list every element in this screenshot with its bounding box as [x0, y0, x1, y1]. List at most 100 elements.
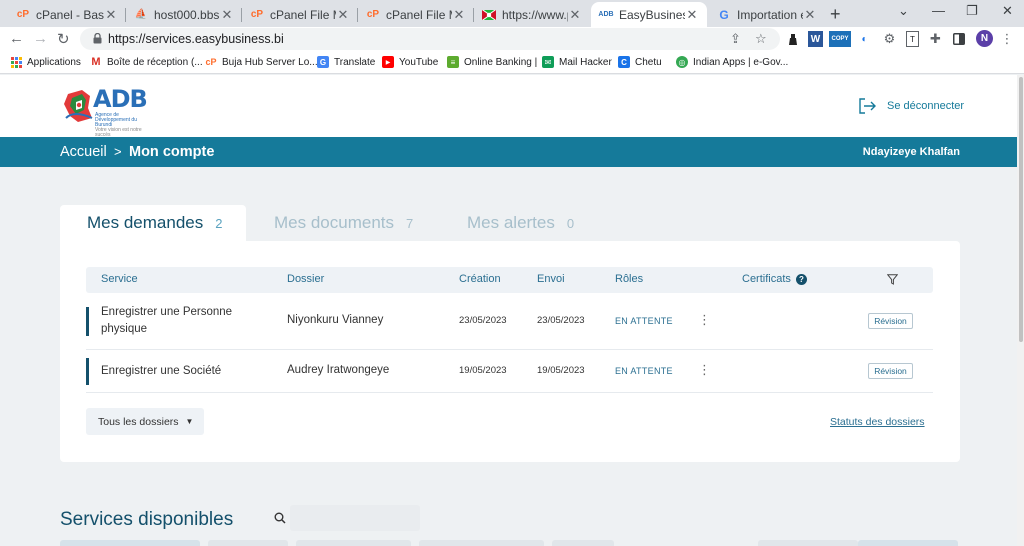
close-icon[interactable]: ✕: [220, 7, 234, 23]
service-filter-tab[interactable]: [208, 540, 288, 546]
forward-arrow-icon[interactable]: →: [33, 30, 48, 47]
close-icon[interactable]: ✕: [452, 7, 466, 23]
filter-icon[interactable]: [886, 274, 899, 288]
adb-logo[interactable]: ADB Agence de Développement du Burundi V…: [62, 84, 158, 138]
row-service: Enregistrer une Société: [101, 365, 222, 377]
services-title: Services disponibles: [60, 509, 234, 530]
extensions-puzzle-icon[interactable]: ✚: [929, 31, 942, 47]
egov-icon: ◎: [676, 56, 688, 68]
youtube-icon: ▶: [382, 56, 394, 68]
profile-avatar[interactable]: N: [976, 30, 993, 47]
bookmark-applications[interactable]: Applications: [10, 56, 81, 68]
scrollbar-thumb[interactable]: [1019, 77, 1023, 342]
extension-ink-icon[interactable]: [786, 31, 800, 47]
row-envoi-date: 19/05/2023: [537, 365, 585, 376]
help-icon[interactable]: ?: [795, 274, 807, 285]
bookmark-translate[interactable]: G Translate: [317, 56, 375, 68]
logout-button[interactable]: Se déconnecter: [858, 98, 964, 114]
breadcrumb-home-link[interactable]: Accueil: [60, 144, 107, 160]
browser-tab[interactable]: https://www.pres ✕: [474, 2, 590, 27]
revision-button[interactable]: Révision: [868, 363, 913, 379]
search-icon[interactable]: [274, 512, 286, 524]
row-dossier: Niyonkuru Vianney: [287, 314, 384, 326]
tab-mes-documents[interactable]: Mes documents 7: [274, 205, 413, 241]
bookmark-mail-hacker[interactable]: ✉ Mail Hacker: [542, 56, 612, 68]
bookmarks-bar: Applications M Boîte de réception (... c…: [0, 52, 1024, 74]
browser-tab[interactable]: ⛵ host000.bbs.bi / ✕: [126, 2, 242, 27]
url-text: https://services.easybusiness.bi: [108, 32, 284, 46]
minimize-icon[interactable]: —: [932, 3, 945, 18]
column-envoi: Envoi: [537, 273, 565, 285]
browser-tab-strip: cP cPanel - Bases de ✕ ⛵ host000.bbs.bi …: [0, 0, 1024, 27]
site-header: ADB Agence de Développement du Burundi V…: [0, 75, 1024, 138]
row-actions-kebab-icon[interactable]: ⋮: [698, 312, 711, 328]
word-extension-icon[interactable]: W: [808, 31, 823, 47]
tab-label: Mes documents: [274, 213, 394, 232]
all-dossiers-dropdown[interactable]: Tous les dossiers ▼: [86, 408, 204, 435]
copy-extension-icon[interactable]: COPY: [829, 31, 851, 47]
services-search-input[interactable]: [290, 505, 420, 531]
address-bar[interactable]: https://services.easybusiness.bi ⇪ ☆: [80, 28, 780, 50]
service-filter-tab[interactable]: [552, 540, 614, 546]
close-icon[interactable]: ✕: [568, 7, 582, 23]
new-tab-plus-icon[interactable]: +: [830, 4, 841, 25]
service-filter-tab[interactable]: [419, 540, 544, 546]
bank-icon: ≡: [447, 56, 459, 68]
text-extension-icon[interactable]: T: [906, 31, 919, 47]
row-accent-bar: [86, 307, 89, 336]
side-panel-icon[interactable]: [952, 31, 965, 47]
service-filter-tab[interactable]: [758, 540, 858, 546]
back-arrow-icon[interactable]: ←: [9, 30, 24, 47]
gear-extension-icon[interactable]: ⚙: [883, 31, 896, 47]
tab-search-chevron-icon[interactable]: ⌄: [898, 3, 909, 19]
tab-mes-demandes[interactable]: Mes demandes 2: [60, 205, 246, 241]
close-icon[interactable]: ✕: [803, 7, 817, 23]
user-name[interactable]: Ndayizeye Khalfan: [863, 146, 960, 158]
service-filter-tab[interactable]: [60, 540, 200, 546]
statuts-link[interactable]: Statuts des dossiers: [830, 416, 925, 428]
chevron-down-icon: ▼: [185, 417, 194, 426]
bookmark-online-banking[interactable]: ≡ Online Banking |: [447, 56, 537, 68]
reload-icon[interactable]: ↻: [57, 30, 70, 48]
bookmark-indian-apps[interactable]: ◎ Indian Apps | e-Gov...: [676, 56, 788, 68]
close-icon[interactable]: ✕: [336, 7, 350, 23]
bookmark-chetu[interactable]: C Chetu: [618, 56, 662, 68]
browser-tab[interactable]: cP cPanel - Bases de ✕: [8, 2, 126, 27]
status-badge: EN ATTENTE: [615, 316, 673, 326]
row-envoi-date: 23/05/2023: [537, 315, 585, 326]
table-row[interactable]: Enregistrer une Personne physique Niyonk…: [86, 293, 933, 350]
breadcrumb-current: Mon compte: [129, 144, 215, 160]
tab-mes-alertes[interactable]: Mes alertes 0: [467, 205, 574, 241]
browser-tab[interactable]: cP cPanel File Manag ✕: [242, 2, 358, 27]
tab-label: Mes alertes: [467, 213, 555, 232]
browser-tab-active[interactable]: ADB EasyBusiness.bi ✕: [591, 2, 707, 27]
row-accent-bar: [86, 358, 89, 385]
cpanel-icon: cP: [16, 9, 30, 20]
lock-icon: [93, 33, 102, 44]
share-icon[interactable]: ⇪: [730, 31, 741, 47]
logout-icon: [859, 98, 876, 114]
browser-tab[interactable]: G Importation et D ✕: [709, 2, 825, 27]
bookmark-youtube[interactable]: ▶ YouTube: [382, 56, 438, 68]
menu-kebab-icon[interactable]: ⋮: [1001, 31, 1014, 47]
close-icon[interactable]: ✕: [104, 7, 118, 23]
bookmark-star-icon[interactable]: ☆: [755, 31, 767, 47]
close-window-icon[interactable]: ✕: [1002, 3, 1013, 19]
bookmark-gmail[interactable]: M Boîte de réception (...: [90, 56, 202, 68]
restore-icon[interactable]: ❐: [966, 3, 978, 19]
bookmark-buja-hub[interactable]: cP Buja Hub Server Lo...: [205, 56, 317, 68]
service-filter-tab[interactable]: [858, 540, 958, 546]
column-roles: Rôles: [615, 273, 644, 285]
revision-button[interactable]: Révision: [868, 313, 913, 329]
all-dossiers-label: Tous les dossiers: [98, 415, 179, 428]
service-filter-tab[interactable]: [296, 540, 411, 546]
translate-extension-icon[interactable]: ◐: [858, 31, 871, 47]
table-row[interactable]: Enregistrer une Société Audrey Iratwonge…: [86, 350, 933, 393]
browser-tab[interactable]: cP cPanel File Manag ✕: [358, 2, 474, 27]
cpanel-icon: cP: [205, 57, 217, 67]
logout-label: Se déconnecter: [887, 100, 965, 112]
tab-count-badge: 7: [406, 215, 414, 231]
row-actions-kebab-icon[interactable]: ⋮: [698, 362, 711, 378]
column-creation: Création: [459, 273, 501, 285]
close-icon[interactable]: ✕: [685, 7, 699, 23]
